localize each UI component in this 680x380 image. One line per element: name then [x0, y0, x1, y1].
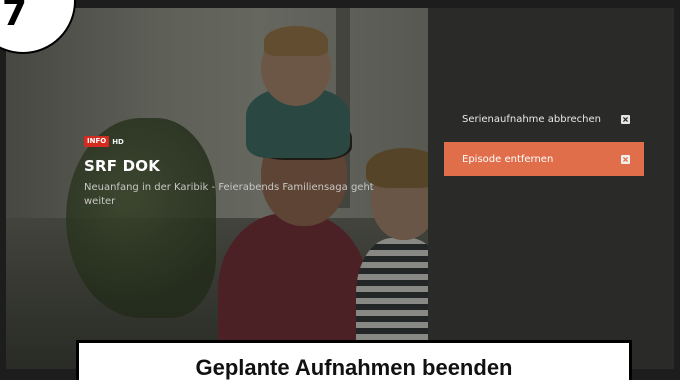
remove-episode-option[interactable]: Episode entfernen [444, 142, 644, 176]
menu-item-label: Serienaufnahme abbrechen [462, 113, 601, 125]
cancel-series-recording-option[interactable]: Serienaufnahme abbrechen [444, 102, 644, 136]
close-square-icon [621, 154, 630, 164]
program-title: SRF DOK [84, 157, 161, 175]
menu-item-label: Episode entfernen [462, 153, 554, 165]
caption-text: Geplante Aufnahmen beenden [195, 355, 513, 380]
channel-logo-badge: INFO [84, 136, 110, 147]
program-subtitle: Neuanfang in der Karibik - Feierabends F… [84, 182, 374, 207]
caption-banner: Geplante Aufnahmen beenden [76, 340, 632, 380]
tv-screen: INFO HD SRF DOK Neuanfang in der Karibik… [6, 8, 674, 369]
close-square-icon [621, 114, 630, 124]
recording-options-menu: Serienaufnahme abbrechen Episode entfern… [428, 8, 674, 369]
step-number: 7 [2, 0, 28, 34]
hd-label: HD [112, 137, 124, 146]
program-info: INFO HD SRF DOK Neuanfang in der Karibik… [84, 128, 384, 209]
channel-logo: INFO HD [84, 136, 124, 147]
